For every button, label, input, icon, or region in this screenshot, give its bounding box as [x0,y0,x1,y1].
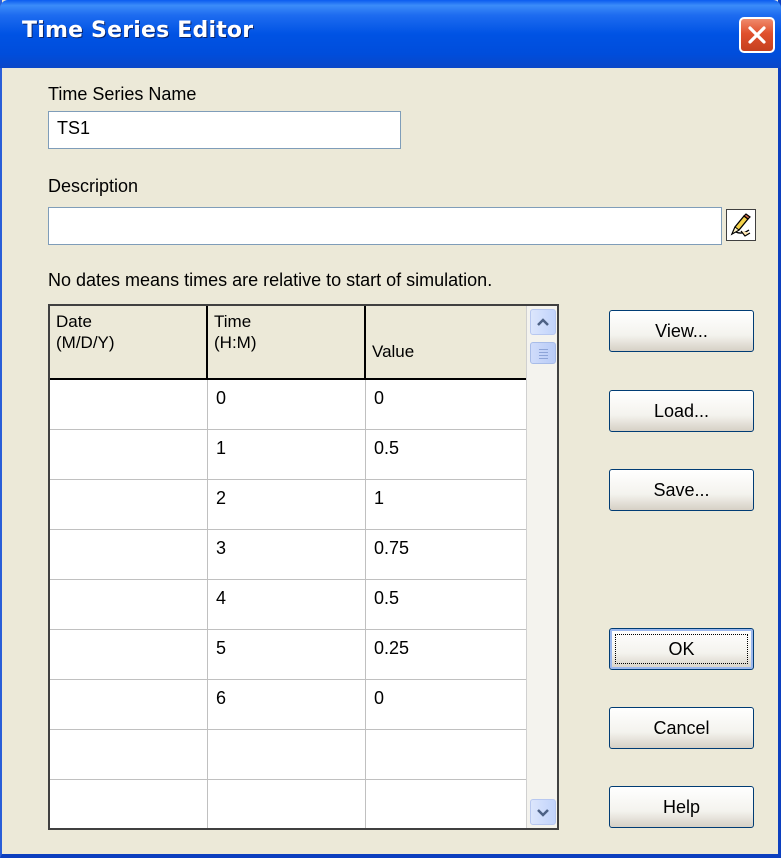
pencil-hand-icon [730,213,751,237]
date-cell[interactable] [50,580,208,630]
header-text: Time [214,312,252,331]
help-button[interactable]: Help [609,786,754,828]
time-cell[interactable]: 1 [208,430,366,480]
time-cell[interactable]: 4 [208,580,366,630]
chevron-up-icon [537,318,549,326]
scroll-thumb[interactable] [530,342,556,364]
column-header-time[interactable]: Time (H:M) [208,306,366,378]
close-icon [748,26,766,44]
name-label: Time Series Name [48,84,197,104]
close-button[interactable] [739,17,775,53]
table-row[interactable]: 21 [50,480,526,530]
value-cell[interactable]: 0.5 [366,430,524,480]
table-row[interactable]: 60 [50,680,526,730]
value-cell[interactable]: 0.25 [366,630,524,680]
time-series-name-input[interactable]: TS1 [48,111,401,149]
table-row[interactable]: 5 0.25 [50,630,526,680]
date-cell[interactable] [50,680,208,730]
time-cell[interactable] [208,780,366,828]
cancel-button[interactable]: Cancel [609,707,754,749]
date-cell[interactable] [50,730,208,780]
time-series-editor-dialog: Time Series Editor Time Series Name TS1 … [0,0,781,858]
scroll-down-button[interactable] [530,799,556,825]
view-button[interactable]: View... [609,310,754,352]
date-cell[interactable] [50,380,208,430]
header-text: (H:M) [214,333,257,352]
date-cell[interactable] [50,480,208,530]
time-cell[interactable] [208,730,366,780]
date-cell[interactable] [50,430,208,480]
window-title: Time Series Editor [22,18,254,43]
header-text: Date [56,312,92,331]
date-cell[interactable] [50,530,208,580]
date-cell[interactable] [50,780,208,828]
time-cell[interactable]: 2 [208,480,366,530]
ok-button[interactable]: OK [609,628,754,670]
date-cell[interactable] [50,630,208,680]
time-cell[interactable]: 3 [208,530,366,580]
chevron-down-icon [537,809,549,817]
relative-time-note: No dates means times are relative to sta… [48,270,493,290]
edit-description-button[interactable] [726,209,756,241]
ok-button-label: OK [668,639,695,659]
table-row[interactable]: 4 0.5 [50,580,526,630]
title-bar[interactable]: Time Series Editor [0,0,781,68]
time-cell[interactable]: 0 [208,380,366,430]
value-cell[interactable] [366,730,524,780]
time-cell[interactable]: 5 [208,630,366,680]
value-cell[interactable] [366,780,524,828]
table-row[interactable] [50,780,526,828]
vertical-scrollbar[interactable] [526,306,557,828]
value-cell[interactable]: 0 [366,680,524,730]
time-cell[interactable]: 6 [208,680,366,730]
table-row[interactable]: 3 0.75 [50,530,526,580]
load-button[interactable]: Load... [609,390,754,432]
value-cell[interactable]: 0.75 [366,530,524,580]
column-header-value[interactable]: Value [366,306,526,378]
header-text: Value [372,342,415,361]
description-label: Description [48,176,139,196]
value-cell[interactable]: 0 [366,380,524,430]
table-row[interactable] [50,730,526,780]
description-input[interactable] [48,207,722,245]
save-button[interactable]: Save... [609,469,754,511]
scroll-up-button[interactable] [530,309,556,335]
header-text: (M/D/Y) [56,333,115,352]
grid-header: Date (M/D/Y) Time (H:M) Value [50,306,526,380]
column-header-date[interactable]: Date (M/D/Y) [50,306,208,378]
table-row[interactable]: 1 0.5 [50,430,526,480]
table-row[interactable]: 00 [50,380,526,430]
value-cell[interactable]: 0.5 [366,580,524,630]
value-cell[interactable]: 1 [366,480,524,530]
time-series-grid[interactable]: Date (M/D/Y) Time (H:M) Value 0 0 1 0.5 2 1 3 0… [48,304,559,830]
